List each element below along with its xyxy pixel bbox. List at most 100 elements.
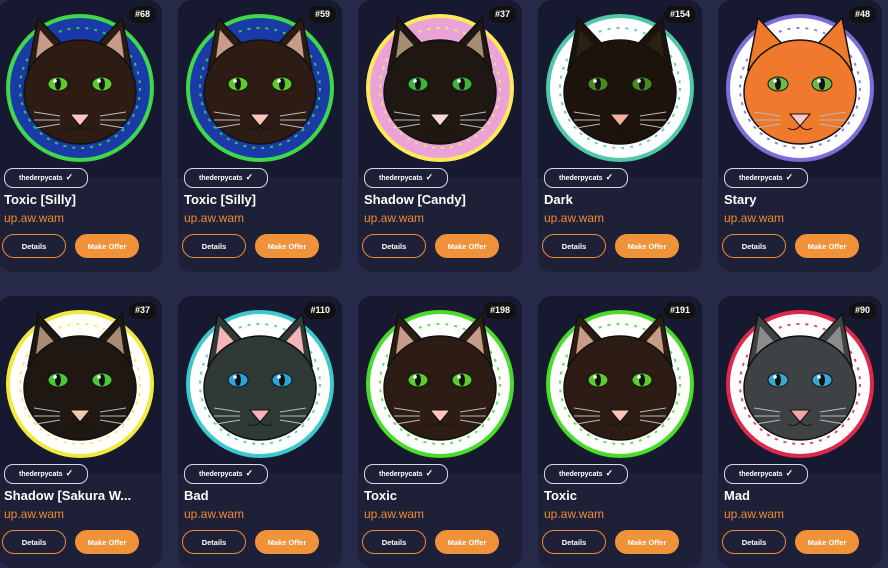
- nft-card[interactable]: #198 thederpycats ✓ Toxic up.aw.wam Details Ma…: [358, 296, 522, 568]
- nft-card-grid: #68 thederpycats ✓ Toxic [Silly] up.aw.wam De…: [0, 0, 888, 568]
- token-id-badge: #59: [308, 6, 336, 23]
- details-button[interactable]: Details: [722, 530, 786, 554]
- details-button[interactable]: Details: [2, 234, 66, 258]
- card-image[interactable]: [538, 0, 702, 178]
- owner-account[interactable]: up.aw.wam: [724, 507, 784, 521]
- owner-account[interactable]: up.aw.wam: [4, 507, 64, 521]
- owner-account[interactable]: up.aw.wam: [544, 211, 604, 225]
- verified-check-icon: ✓: [605, 172, 614, 182]
- verified-check-icon: ✓: [785, 468, 794, 478]
- owner-account[interactable]: up.aw.wam: [364, 211, 424, 225]
- creator-pill[interactable]: thederpycats ✓: [364, 464, 449, 484]
- token-id-badge: #68: [128, 6, 156, 23]
- make-offer-button[interactable]: Make Offer: [795, 234, 859, 258]
- nft-card[interactable]: #48 thederpycats ✓ Stary up.aw.wam Details Mak…: [718, 0, 882, 272]
- owner-account[interactable]: up.aw.wam: [364, 507, 424, 521]
- nft-card[interactable]: #37 thederpycats ✓ Shadow [Sakura W... up.aw…: [0, 296, 162, 568]
- cat-artwork: [546, 14, 694, 162]
- creator-name: thederpycats: [379, 175, 423, 182]
- card-title: Mad: [724, 488, 750, 503]
- card-image[interactable]: [0, 296, 162, 474]
- creator-pill[interactable]: thederpycats ✓: [544, 464, 629, 484]
- card-title: Shadow [Sakura W...: [4, 488, 132, 503]
- creator-pill[interactable]: thederpycats ✓: [4, 464, 89, 484]
- details-button[interactable]: Details: [722, 234, 786, 258]
- make-offer-button[interactable]: Make Offer: [435, 234, 499, 258]
- card-image[interactable]: [358, 296, 522, 474]
- verified-check-icon: ✓: [785, 172, 794, 182]
- verified-check-icon: ✓: [425, 172, 434, 182]
- nft-card[interactable]: #110 thederpycats ✓ Bad up.aw.wam Details Make…: [178, 296, 342, 568]
- token-id-badge: #37: [128, 302, 156, 319]
- make-offer-button[interactable]: Make Offer: [75, 234, 139, 258]
- nft-card[interactable]: #90 thederpycats ✓ Mad up.aw.wam Details Make …: [718, 296, 882, 568]
- cat-artwork: [546, 310, 694, 458]
- verified-check-icon: ✓: [245, 468, 254, 478]
- card-title: Toxic [Silly]: [184, 192, 256, 207]
- cat-artwork: [366, 14, 514, 162]
- card-title: Stary: [724, 192, 757, 207]
- creator-pill[interactable]: thederpycats ✓: [184, 464, 269, 484]
- creator-name: thederpycats: [559, 175, 603, 182]
- token-id-badge: #191: [663, 302, 696, 319]
- nft-card[interactable]: #191 thederpycats ✓ Toxic up.aw.wam Details Ma…: [538, 296, 702, 568]
- cat-artwork: [186, 310, 334, 458]
- creator-pill[interactable]: thederpycats ✓: [544, 168, 629, 188]
- card-title: Dark: [544, 192, 573, 207]
- card-image[interactable]: [178, 296, 342, 474]
- make-offer-button[interactable]: Make Offer: [255, 234, 319, 258]
- verified-check-icon: ✓: [65, 172, 74, 182]
- nft-card[interactable]: #68 thederpycats ✓ Toxic [Silly] up.aw.wam De…: [0, 0, 162, 272]
- verified-check-icon: ✓: [245, 172, 254, 182]
- card-image[interactable]: [718, 296, 882, 474]
- make-offer-button[interactable]: Make Offer: [75, 530, 139, 554]
- details-button[interactable]: Details: [182, 530, 246, 554]
- details-button[interactable]: Details: [2, 530, 66, 554]
- details-button[interactable]: Details: [542, 530, 606, 554]
- owner-account[interactable]: up.aw.wam: [184, 211, 244, 225]
- card-image[interactable]: [718, 0, 882, 178]
- card-image[interactable]: [538, 296, 702, 474]
- creator-pill[interactable]: thederpycats ✓: [724, 168, 809, 188]
- creator-name: thederpycats: [739, 175, 783, 182]
- card-image[interactable]: [0, 0, 162, 178]
- owner-account[interactable]: up.aw.wam: [184, 507, 244, 521]
- cat-artwork: [6, 14, 154, 162]
- details-button[interactable]: Details: [542, 234, 606, 258]
- details-button[interactable]: Details: [362, 234, 426, 258]
- verified-check-icon: ✓: [65, 468, 74, 478]
- creator-pill[interactable]: thederpycats ✓: [184, 168, 269, 188]
- creator-name: thederpycats: [739, 471, 783, 478]
- creator-pill[interactable]: thederpycats ✓: [364, 168, 449, 188]
- card-title: Bad: [184, 488, 209, 503]
- owner-account[interactable]: up.aw.wam: [4, 211, 64, 225]
- details-button[interactable]: Details: [182, 234, 246, 258]
- creator-pill[interactable]: thederpycats ✓: [4, 168, 89, 188]
- token-id-badge: #110: [304, 302, 336, 319]
- creator-name: thederpycats: [19, 175, 63, 182]
- card-title: Toxic: [544, 488, 577, 503]
- owner-account[interactable]: up.aw.wam: [544, 507, 604, 521]
- card-image[interactable]: [358, 0, 522, 178]
- nft-card[interactable]: #37 thederpycats ✓ Shadow [Candy] up.aw.wam D…: [358, 0, 522, 272]
- make-offer-button[interactable]: Make Offer: [615, 530, 679, 554]
- make-offer-button[interactable]: Make Offer: [255, 530, 319, 554]
- creator-pill[interactable]: thederpycats ✓: [724, 464, 809, 484]
- nft-card[interactable]: #59 thederpycats ✓ Toxic [Silly] up.aw.wam De…: [178, 0, 342, 272]
- token-id-badge: #154: [663, 6, 696, 23]
- make-offer-button[interactable]: Make Offer: [615, 234, 679, 258]
- creator-name: thederpycats: [19, 471, 63, 478]
- card-title: Shadow [Candy]: [364, 192, 466, 207]
- make-offer-button[interactable]: Make Offer: [795, 530, 859, 554]
- card-image[interactable]: [178, 0, 342, 178]
- card-title: Toxic: [364, 488, 397, 503]
- card-title: Toxic [Silly]: [4, 192, 76, 207]
- nft-card[interactable]: #154 thederpycats ✓ Dark up.aw.wam Details Mak…: [538, 0, 702, 272]
- details-button[interactable]: Details: [362, 530, 426, 554]
- creator-name: thederpycats: [199, 175, 243, 182]
- creator-name: thederpycats: [379, 471, 423, 478]
- token-id-badge: #90: [848, 302, 876, 319]
- creator-name: thederpycats: [199, 471, 243, 478]
- owner-account[interactable]: up.aw.wam: [724, 211, 784, 225]
- make-offer-button[interactable]: Make Offer: [435, 530, 499, 554]
